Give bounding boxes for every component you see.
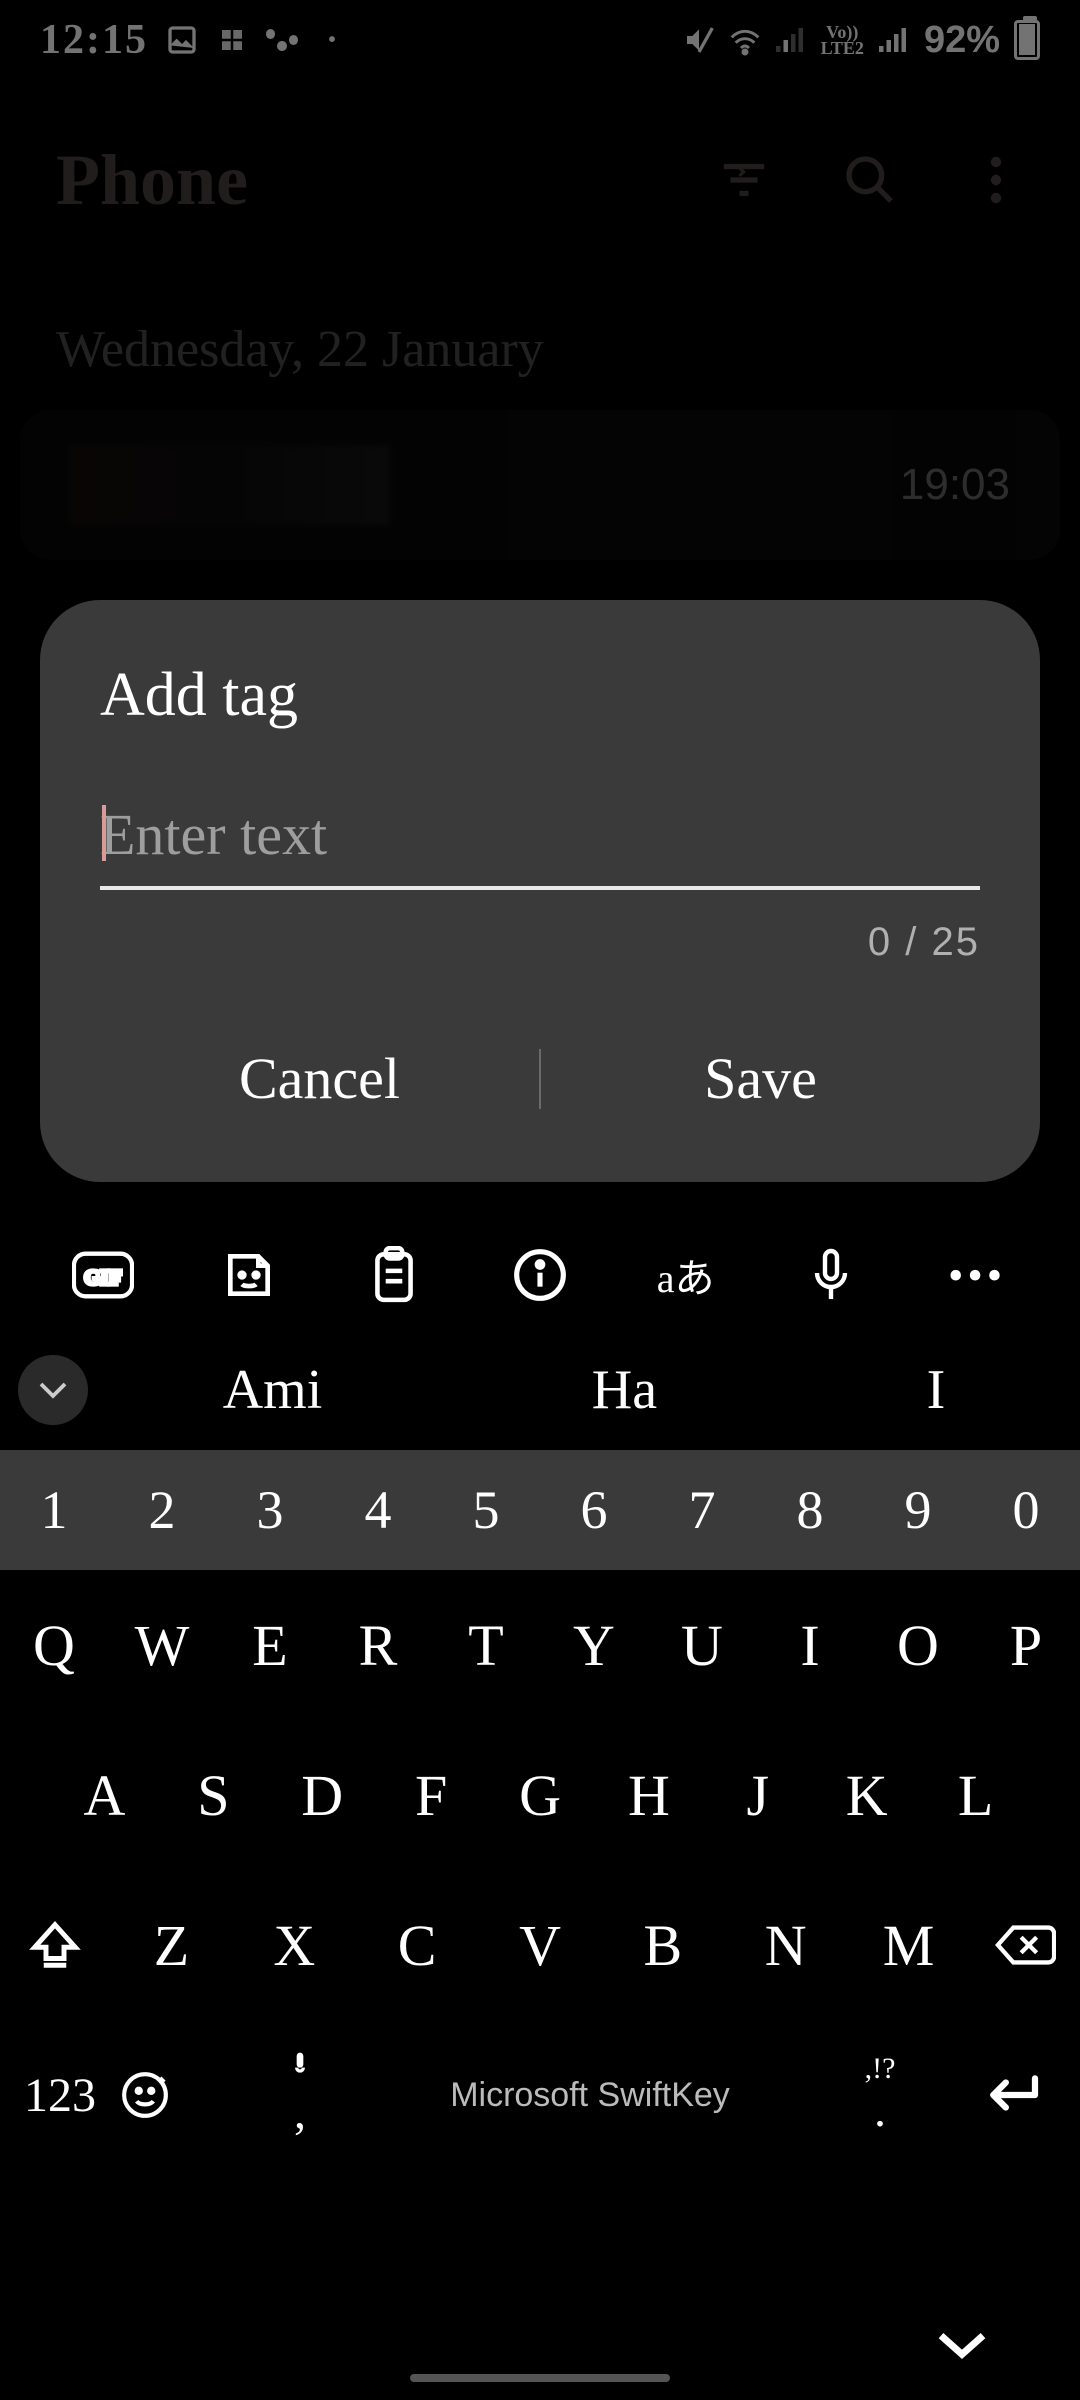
key-p[interactable]: P — [972, 1612, 1080, 1679]
collapse-suggestions-button[interactable] — [18, 1355, 88, 1425]
key-t[interactable]: T — [432, 1612, 540, 1679]
suggestion-2[interactable]: Ha — [592, 1358, 657, 1422]
key-e[interactable]: E — [216, 1612, 324, 1679]
key-x[interactable]: X — [233, 1912, 356, 1979]
key-y[interactable]: Y — [540, 1612, 648, 1679]
key-v[interactable]: V — [479, 1912, 602, 1979]
clipboard-icon[interactable] — [362, 1243, 426, 1307]
key-1[interactable]: 1 — [0, 1479, 108, 1541]
letter-row-2: A S D F G H J K L — [0, 1720, 1080, 1870]
text-caret — [102, 805, 106, 861]
dialog-title: Add tag — [100, 660, 980, 731]
suggestion-1[interactable]: Ami — [223, 1358, 323, 1422]
keyboard: GIF aあ ••• Ami Ha I 1 2 3 4 5 6 — [0, 1220, 1080, 2400]
key-a[interactable]: A — [50, 1762, 159, 1829]
key-n[interactable]: N — [724, 1912, 847, 1979]
svg-text:GIF: GIF — [84, 1266, 122, 1290]
key-9[interactable]: 9 — [864, 1479, 972, 1541]
number-row: 1 2 3 4 5 6 7 8 9 0 — [0, 1450, 1080, 1570]
key-o[interactable]: O — [864, 1612, 972, 1679]
info-icon[interactable] — [508, 1243, 572, 1307]
key-j[interactable]: J — [703, 1762, 812, 1829]
key-l[interactable]: L — [921, 1762, 1030, 1829]
bottom-row: 123 , Microsoft SwiftKey ,!? . — [0, 2020, 1080, 2170]
key-q[interactable]: Q — [0, 1612, 108, 1679]
comma-key[interactable]: , — [240, 2051, 360, 2140]
key-c[interactable]: C — [356, 1912, 479, 1979]
key-f[interactable]: F — [377, 1762, 486, 1829]
shift-key[interactable] — [0, 1918, 110, 1972]
keyboard-toolbar: GIF aあ ••• — [0, 1220, 1080, 1330]
key-7[interactable]: 7 — [648, 1479, 756, 1541]
key-h[interactable]: H — [594, 1762, 703, 1829]
nav-bar — [0, 2290, 1080, 2400]
add-tag-dialog: Add tag Enter text 0 / 25 Cancel Save — [40, 600, 1040, 1182]
key-6[interactable]: 6 — [540, 1479, 648, 1541]
sticker-icon[interactable] — [217, 1243, 281, 1307]
key-s[interactable]: S — [159, 1762, 268, 1829]
key-2[interactable]: 2 — [108, 1479, 216, 1541]
toolbar-more-icon[interactable]: ••• — [945, 1243, 1009, 1307]
key-z[interactable]: Z — [110, 1912, 233, 1979]
backspace-key[interactable] — [970, 1921, 1080, 1969]
key-k[interactable]: K — [812, 1762, 921, 1829]
cancel-button[interactable]: Cancel — [100, 1015, 539, 1142]
key-8[interactable]: 8 — [756, 1479, 864, 1541]
key-3[interactable]: 3 — [216, 1479, 324, 1541]
letter-row-1: Q W E R T Y U I O P — [0, 1570, 1080, 1720]
key-g[interactable]: G — [486, 1762, 595, 1829]
key-d[interactable]: D — [268, 1762, 377, 1829]
letter-row-3: Z X C V B N M — [0, 1870, 1080, 2020]
key-b[interactable]: B — [601, 1912, 724, 1979]
key-m[interactable]: M — [847, 1912, 970, 1979]
mic-icon[interactable] — [799, 1243, 863, 1307]
dialog-buttons: Cancel Save — [100, 1015, 980, 1142]
input-placeholder: Enter text — [100, 802, 327, 867]
key-r[interactable]: R — [324, 1612, 432, 1679]
nav-handle[interactable] — [410, 2374, 670, 2382]
enter-key[interactable] — [940, 2070, 1080, 2120]
save-button[interactable]: Save — [541, 1015, 980, 1142]
key-0[interactable]: 0 — [972, 1479, 1080, 1541]
suggestion-row: Ami Ha I — [0, 1330, 1080, 1450]
key-4[interactable]: 4 — [324, 1479, 432, 1541]
language-icon[interactable]: aあ — [654, 1243, 718, 1307]
char-count: 0 / 25 — [100, 920, 980, 965]
space-key[interactable]: Microsoft SwiftKey — [360, 2076, 820, 2115]
gif-icon[interactable]: GIF — [71, 1243, 135, 1307]
key-w[interactable]: W — [108, 1612, 216, 1679]
keyboard-hide-icon[interactable] — [934, 2327, 990, 2363]
key-i[interactable]: I — [756, 1612, 864, 1679]
key-u[interactable]: U — [648, 1612, 756, 1679]
tag-input[interactable]: Enter text — [100, 801, 980, 890]
key-5[interactable]: 5 — [432, 1479, 540, 1541]
emoji-key[interactable] — [120, 2070, 240, 2120]
suggestion-3[interactable]: I — [927, 1358, 946, 1422]
symbols-key[interactable]: 123 — [0, 2068, 120, 2123]
period-key[interactable]: ,!? . — [820, 2052, 940, 2138]
